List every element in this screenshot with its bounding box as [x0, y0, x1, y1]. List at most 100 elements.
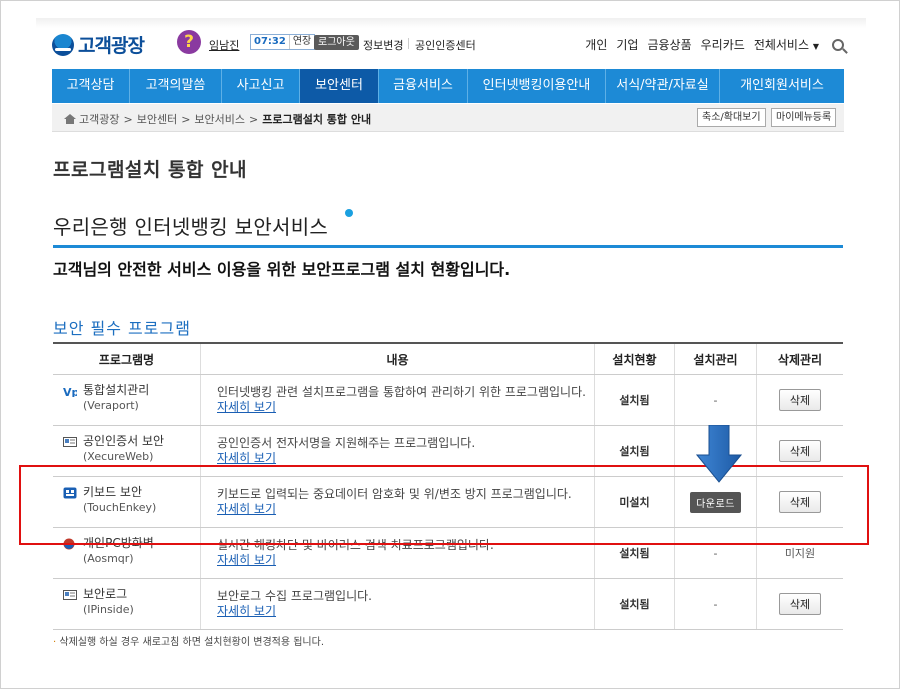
program-name: 통합설치관리 [83, 383, 150, 397]
program-cell: Vp 통합설치관리 (Veraport) [53, 375, 201, 425]
table-header: 프로그램명 내용 설치현황 설치관리 삭제관리 [53, 344, 843, 375]
session-timer: 07:32 연장 [250, 34, 316, 50]
nav-item-security-center[interactable]: 보안센터 [300, 69, 379, 103]
arrow-down-icon [696, 425, 742, 483]
manage-cell: - [675, 579, 757, 629]
nav-item-voice[interactable]: 고객의말씀 [130, 69, 222, 103]
delete-button[interactable]: 삭제 [778, 440, 822, 462]
mymenu-button[interactable]: 마이메뉴등록 [771, 108, 837, 127]
timer-value: 07:32 [254, 36, 286, 47]
extend-button[interactable]: 연장 [288, 35, 314, 49]
nav-item-member[interactable]: 개인회원서비스 [720, 69, 844, 103]
detail-link[interactable]: 자세히 보기 [217, 552, 276, 568]
crumb-current: 프로그램설치 통합 안내 [262, 113, 372, 126]
status-badge: 설치됨 [619, 547, 650, 560]
desc-cell: 보안로그 수집 프로그램입니다. 자세히 보기 [201, 579, 595, 629]
help-icon[interactable]: ? [177, 30, 201, 54]
sub-title: 우리은행 인터넷뱅킹 보안서비스 [53, 215, 329, 239]
top-link-card[interactable]: 우리카드 [701, 36, 745, 53]
home-icon[interactable] [64, 114, 76, 124]
program-sub: (XecureWeb) [83, 450, 154, 463]
search-icon[interactable] [832, 38, 844, 51]
program-sub: (IPinside) [83, 603, 134, 616]
header-delete: 삭제관리 [777, 352, 823, 367]
detail-link[interactable]: 자세히 보기 [217, 399, 276, 415]
status-badge: 설치됨 [619, 394, 650, 407]
top-link-products[interactable]: 금융상품 [647, 36, 691, 53]
desc-text: 보안로그 수집 프로그램입니다. [217, 589, 372, 603]
main-nav: 고객상담 고객의말씀 사고신고 보안센터 금융서비스 인터넷뱅킹이용안내 서식/… [52, 69, 844, 103]
caret-down-icon: ▼ [812, 42, 819, 51]
breadcrumb-bar: 고객광장 > 보안센터 > 보안서비스 > 프로그램설치 통합 안내 축소/확대… [52, 104, 844, 132]
section-title: 보안 필수 프로그램 [53, 319, 191, 338]
program-name: 보안로그 [83, 587, 128, 601]
manage-value: - [713, 546, 718, 560]
crumb-security-service[interactable]: 보안서비스 [194, 111, 245, 127]
top-link-business[interactable]: 기업 [616, 36, 638, 53]
zoom-button[interactable]: 축소/확대보기 [697, 108, 766, 127]
delete-cell: 삭제 [757, 579, 843, 629]
woori-logo-icon [52, 33, 74, 56]
divider [408, 38, 409, 49]
header-content: 내용 [201, 344, 595, 374]
status-cell: 설치됨 [595, 375, 675, 425]
crumb-home[interactable]: 고객광장 [79, 111, 119, 127]
delete-button[interactable]: 삭제 [778, 389, 822, 411]
logout-button[interactable]: 로그아웃 [314, 35, 359, 50]
nav-item-forms[interactable]: 서식/약관/자료실 [606, 69, 720, 103]
table-row: 보안로그 (IPinside) 보안로그 수집 프로그램입니다. 자세히 보기 설… [53, 579, 843, 630]
detail-link[interactable]: 자세히 보기 [217, 450, 276, 466]
program-sub: (Aosmqr) [83, 552, 134, 565]
footnote: · 삭제실행 하실 경우 새로고침 하면 설치현황이 변경적용 됩니다. [53, 633, 324, 648]
manage-cell: - [675, 375, 757, 425]
detail-link[interactable]: 자세히 보기 [217, 603, 276, 619]
crumb-sep: > [123, 112, 133, 126]
status-cell: 설치됨 [595, 579, 675, 629]
info-change-link[interactable]: 정보변경 [363, 37, 403, 53]
logo-text: 고객광장 [78, 35, 145, 57]
header-status: 설치현황 [595, 344, 675, 374]
nav-item-consult[interactable]: 고객상담 [52, 69, 130, 103]
delete-button[interactable]: 삭제 [778, 593, 822, 615]
top-link-all-services[interactable]: 전체서비스 ▼ [754, 36, 819, 53]
nav-item-ibanking-guide[interactable]: 인터넷뱅킹이용안내 [468, 69, 606, 103]
top-shadow [36, 18, 866, 28]
nav-item-finance[interactable]: 금융서비스 [379, 69, 468, 103]
accent-dot [345, 209, 353, 217]
program-sub: (Veraport) [83, 399, 139, 412]
table-row: Vp 통합설치관리 (Veraport) 인터넷뱅킹 관련 설치프로그램을 통합하… [53, 375, 843, 426]
footnote-text: 삭제실행 하실 경우 새로고침 하면 설치현황이 변경적용 됩니다. [59, 637, 325, 648]
user-name[interactable]: 임남진 [209, 37, 239, 53]
veraport-icon: Vp [63, 386, 77, 397]
not-supported-label: 미지원 [784, 547, 816, 560]
desc-text: 공인인증서 전자서명을 지원해주는 프로그램입니다. [217, 436, 476, 450]
logo[interactable]: 고객광장 [52, 31, 145, 58]
cert-icon [63, 437, 77, 447]
cert-center-link[interactable]: 공인인증센터 [415, 37, 476, 53]
header-install: 설치관리 [675, 344, 757, 374]
status-badge: 설치됨 [619, 445, 650, 458]
crumb-sep: > [249, 112, 259, 126]
header-program: 프로그램명 [53, 344, 201, 374]
bullet-icon: · [53, 637, 57, 648]
status-badge: 설치됨 [619, 598, 650, 611]
nav-item-report[interactable]: 사고신고 [222, 69, 300, 103]
security-log-icon [63, 590, 77, 600]
manage-value: - [713, 597, 718, 611]
desc-cell: 인터넷뱅킹 관련 설치프로그램을 통합하여 관리하기 위한 프로그램입니다. 자… [201, 375, 595, 425]
desc-text: 인터넷뱅킹 관련 설치프로그램을 통합하여 관리하기 위한 프로그램입니다. [217, 385, 586, 399]
divider [53, 245, 843, 248]
program-cell: 보안로그 (IPinside) [53, 579, 201, 629]
top-links: 개인 기업 금융상품 우리카드 전체서비스 ▼ [585, 36, 844, 53]
site-header: 고객광장 ? 임남진 07:32 연장 로그아웃 정보변경 공인인증센터 개인 … [52, 28, 844, 68]
page-title: 프로그램설치 통합 안내 [53, 159, 248, 181]
lead-text: 고객님의 안전한 서비스 이용을 위한 보안프로그램 설치 현황입니다. [53, 260, 511, 279]
crumb-security-center[interactable]: 보안센터 [137, 111, 177, 127]
top-link-personal[interactable]: 개인 [585, 36, 607, 53]
breadcrumb: 고객광장 > 보안센터 > 보안서비스 > 프로그램설치 통합 안내 [64, 111, 371, 127]
delete-cell: 삭제 [757, 375, 843, 425]
program-name: 공인인증서 보안 [83, 434, 165, 448]
svg-text:Vp: Vp [63, 386, 77, 397]
all-services-label: 전체서비스 [753, 38, 810, 52]
manage-value: - [713, 393, 718, 407]
